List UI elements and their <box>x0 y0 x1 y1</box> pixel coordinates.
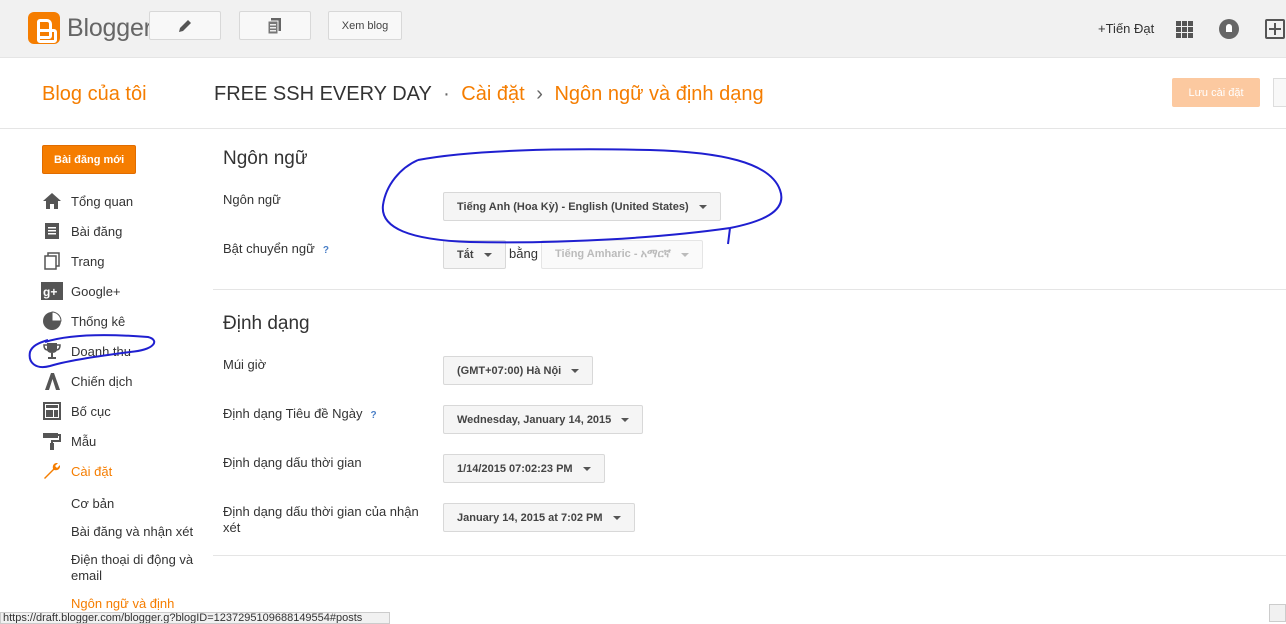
help-icon[interactable]: ? <box>323 243 329 259</box>
language-select-value: Tiếng Anh (Hoa Kỳ) - English (United Sta… <box>457 200 689 213</box>
my-blogs-link[interactable]: Blog của tôi <box>42 83 147 106</box>
sidebar-item-label: Bố cục <box>71 403 111 419</box>
save-settings-button[interactable]: Lưu cài đặt <box>1172 78 1260 107</box>
transliteration-language-select[interactable]: Tiếng Amharic - አማርኛ <box>541 240 703 269</box>
transliteration-toggle-select[interactable]: Tắt <box>443 240 506 269</box>
page-header: Blog của tôi FREE SSH EVERY DAY · Cài đặ… <box>0 58 1286 129</box>
comment-timestamp-format-value: January 14, 2015 at 7:02 PM <box>457 511 603 524</box>
breadcrumb-current-page: Ngôn ngữ và định dạng <box>554 83 764 105</box>
sidebar-item-pages[interactable]: Trang <box>41 246 211 276</box>
date-header-format-label-text: Định dạng Tiêu đề Ngày <box>223 406 363 421</box>
new-post-button[interactable]: Bài đăng mới <box>42 145 137 174</box>
timezone-select-value: (GMT+07:00) Hà Nội <box>457 364 562 377</box>
language-section-title: Ngôn ngữ <box>223 148 308 169</box>
transliteration-label-text: Bật chuyển ngữ <box>223 241 315 256</box>
sidebar-item-google-plus[interactable]: g+ Google+ <box>41 276 211 306</box>
chevron-down-icon <box>612 515 621 520</box>
transliteration-language-value: Tiếng Amharic - አማርኛ <box>555 248 671 260</box>
chevron-down-icon <box>680 252 689 257</box>
sidebar-item-label: Trang <box>71 253 105 269</box>
settings-sub-posts-comments[interactable]: Bài đăng và nhận xét <box>41 524 211 540</box>
language-label: Ngôn ngữ <box>223 192 281 207</box>
sidebar-item-label: Tổng quan <box>71 193 134 209</box>
google-plus-icon: g+ <box>41 281 63 301</box>
breadcrumb-settings[interactable]: Cài đặt <box>461 83 524 105</box>
transliteration-label: Bật chuyển ngữ? <box>223 241 433 259</box>
chevron-down-icon <box>582 466 591 471</box>
chevron-down-icon <box>621 417 630 422</box>
brand-name: Blogger <box>67 13 152 42</box>
adwords-icon <box>41 371 63 391</box>
notifications-bell-icon[interactable] <box>1219 19 1239 39</box>
chevron-down-icon <box>571 368 580 373</box>
user-profile-link[interactable]: +Tiến Đạt <box>1098 21 1154 36</box>
sidebar-item-earnings[interactable]: Doanh thu <box>41 336 211 366</box>
sidebar-item-label: Mẫu <box>71 433 97 449</box>
apps-grid-icon[interactable] <box>1176 21 1193 38</box>
sidebar-item-overview[interactable]: Tổng quan <box>41 186 211 216</box>
sidebar-item-settings[interactable]: Cài đặt <box>41 456 211 486</box>
sidebar-item-layout[interactable]: Bố cục <box>41 396 211 426</box>
scroll-corner <box>1269 604 1286 622</box>
document-list-icon <box>267 17 281 34</box>
pages-icon <box>41 251 63 271</box>
svg-text:g+: g+ <box>43 285 57 299</box>
timezone-select[interactable]: (GMT+07:00) Hà Nội <box>443 356 594 385</box>
sidebar-item-label: Thống kê <box>71 313 126 329</box>
trophy-icon <box>41 341 63 361</box>
chevron-down-icon <box>698 204 707 209</box>
sidebar-item-label: Bài đăng <box>71 223 123 239</box>
help-icon[interactable]: ? <box>370 408 376 424</box>
blogger-logo[interactable]: Blogger <box>28 12 152 44</box>
posts-list-button[interactable] <box>239 11 311 40</box>
layout-icon <box>41 401 63 421</box>
comment-timestamp-format-select[interactable]: January 14, 2015 at 7:02 PM <box>443 503 635 532</box>
stats-pie-icon <box>41 311 63 331</box>
sidebar-item-label: Doanh thu <box>71 343 131 359</box>
top-bar: Blogger Xem blog +Tiến Đạt <box>0 0 1286 58</box>
sidebar-item-posts[interactable]: Bài đăng <box>41 216 211 246</box>
sidebar-item-label: Chiến dịch <box>71 373 133 389</box>
language-select[interactable]: Tiếng Anh (Hoa Kỳ) - English (United Sta… <box>443 192 721 221</box>
home-icon <box>41 191 63 211</box>
timezone-label: Múi giờ <box>223 357 267 372</box>
format-section-title: Định dạng <box>223 313 310 334</box>
settings-sub-mobile-email[interactable]: Điện thoại di động và email <box>41 552 211 584</box>
paint-roller-icon <box>41 431 63 451</box>
breadcrumb: FREE SSH EVERY DAY · Cài đặt › Ngôn ngữ … <box>214 83 764 106</box>
by-label: bằng <box>509 246 538 261</box>
section-divider <box>213 555 1286 556</box>
secondary-button[interactable] <box>1273 78 1286 107</box>
breadcrumb-separator: · <box>443 83 450 105</box>
sidebar-item-campaigns[interactable]: Chiến dịch <box>41 366 211 396</box>
section-divider <box>213 289 1286 290</box>
share-plus-icon[interactable] <box>1265 19 1285 39</box>
settings-sub-language-formatting[interactable]: Ngôn ngữ và định <box>41 596 211 612</box>
sidebar-nav: Tổng quan Bài đăng Trang g+ Google+ Thốn… <box>41 186 211 624</box>
date-header-format-label: Định dạng Tiêu đề Ngày? <box>223 406 433 424</box>
timestamp-format-label: Định dạng dấu thời gian <box>223 455 362 470</box>
sidebar-item-label: Cài đặt <box>71 463 113 479</box>
sidebar-item-label: Google+ <box>71 283 121 299</box>
breadcrumb-separator: › <box>536 83 543 105</box>
posts-icon <box>41 221 63 241</box>
view-blog-button[interactable]: Xem blog <box>328 11 402 40</box>
timestamp-format-select[interactable]: 1/14/2015 07:02:23 PM <box>443 454 605 483</box>
compose-button[interactable] <box>149 11 221 40</box>
settings-sub-basic[interactable]: Cơ bản <box>41 496 211 512</box>
sidebar-item-stats[interactable]: Thống kê <box>41 306 211 336</box>
transliteration-toggle-value: Tắt <box>457 248 474 261</box>
chevron-down-icon <box>483 252 492 257</box>
pencil-icon <box>179 19 191 32</box>
browser-status-bar: https://draft.blogger.com/blogger.g?blog… <box>0 612 390 624</box>
blogger-logo-icon <box>28 12 60 44</box>
wrench-icon <box>41 461 63 481</box>
timestamp-format-value: 1/14/2015 07:02:23 PM <box>457 462 573 475</box>
date-header-format-value: Wednesday, January 14, 2015 <box>457 413 612 426</box>
breadcrumb-blog-name[interactable]: FREE SSH EVERY DAY <box>214 83 432 105</box>
comment-timestamp-format-label: Định dạng dấu thời gian của nhận xét <box>223 504 419 535</box>
date-header-format-select[interactable]: Wednesday, January 14, 2015 <box>443 405 644 434</box>
sidebar-item-template[interactable]: Mẫu <box>41 426 211 456</box>
